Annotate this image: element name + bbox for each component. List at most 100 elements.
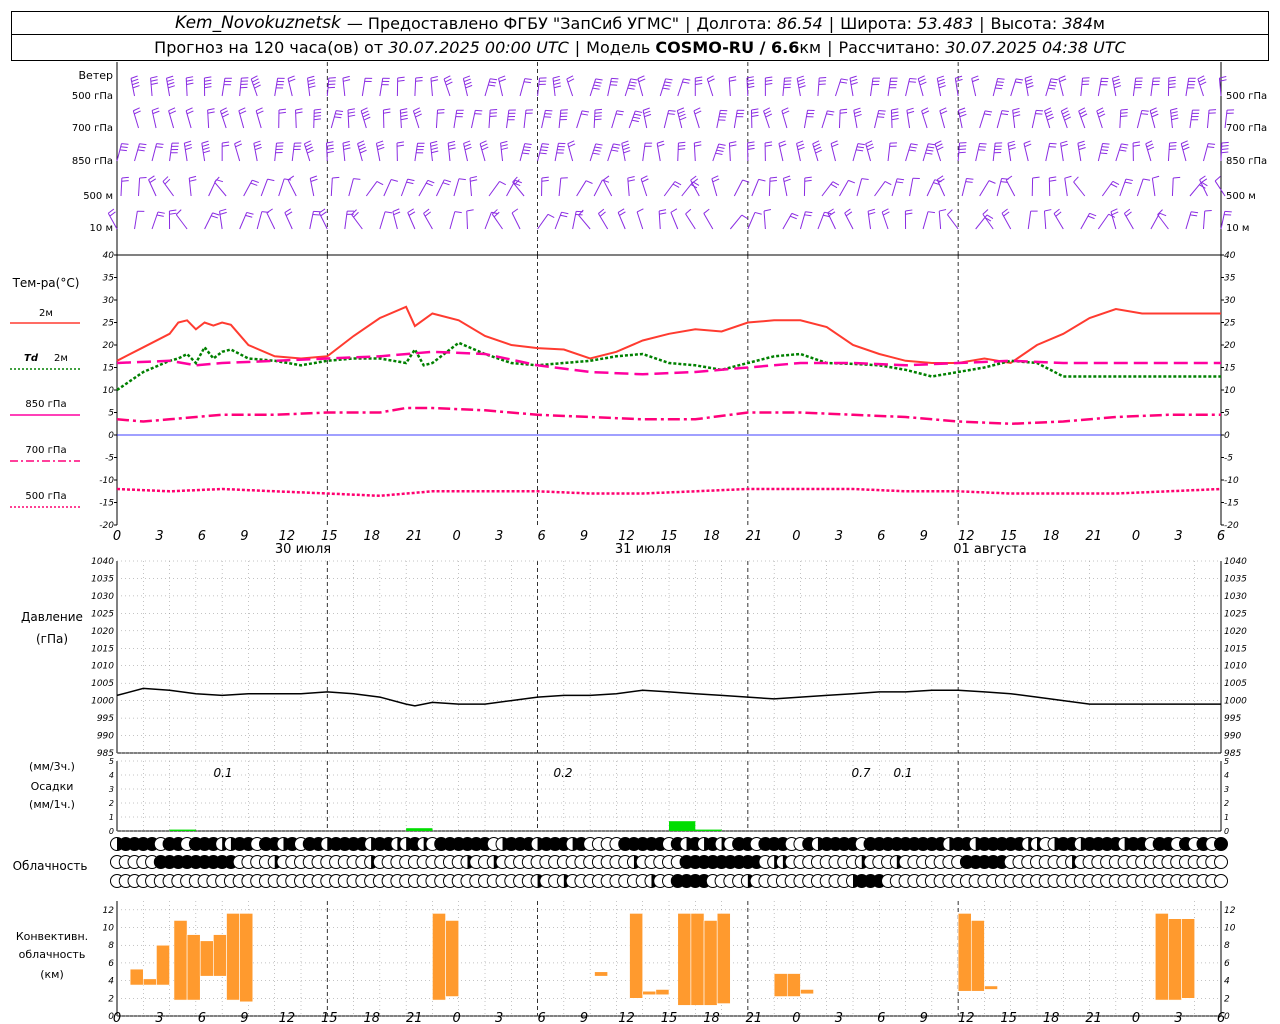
barb-flag [804,176,812,179]
barb-shaft [852,143,859,162]
barb-shaft [466,210,468,230]
wind-barb [597,208,609,230]
barb-flag [663,84,671,87]
barb-flag [594,108,603,111]
barb-flag [1132,141,1141,144]
barb-flag [1078,143,1086,147]
barb-flag [319,208,326,214]
temp-tick-left: 30 [103,296,115,306]
convective-bar [142,978,157,986]
cloud-symbol [1214,874,1228,888]
wind-barb [706,75,715,97]
barb-flag [592,87,600,90]
wind-barb [313,108,322,129]
barb-flag [314,111,322,114]
barb-flag [430,76,438,79]
conv-tick-left: 6 [108,959,114,969]
barb-flag [201,140,209,144]
convective-bar [690,913,705,1006]
barb-flag [362,113,370,118]
barb-shaft [1097,143,1104,162]
barb-flag [1013,114,1021,118]
barb-flag [561,211,569,215]
barb-flag [253,140,261,144]
barb-flag [979,142,987,145]
wind-level-10m-right: 10 м [1226,223,1249,234]
barb-shaft [821,181,834,197]
barb-shaft [243,179,253,197]
barb-flag [152,110,160,115]
barb-flag [826,113,834,116]
barb-flag [313,115,322,117]
barb-flag [966,178,974,180]
barb-flag [376,143,384,147]
barb-shaft [484,212,492,230]
wind-barb [466,209,474,230]
barb-shaft [747,212,756,230]
pressure-tick-right: 1030 [1224,592,1247,602]
barb-flag [430,147,439,151]
temp-title: Тем-ра(°C) [12,276,80,290]
barb-flag [488,84,496,87]
hour-label: 21 [406,529,423,544]
barb-flag [884,180,892,186]
barb-shaft [488,181,500,197]
barb-flag [430,140,438,144]
barb-flag [254,143,262,147]
wind-barb [954,75,963,97]
wind-barb [572,210,584,230]
barb-flag [541,146,549,148]
wind-barb [1189,109,1200,129]
barb-flag [765,141,773,144]
conv-tick-right: 6 [1224,959,1230,969]
barb-flag [287,175,295,181]
barb-flag [630,78,638,81]
convective-bar [703,920,718,1006]
temp-tick-right: 5 [1224,409,1230,419]
pressure-tick-left: 1000 [91,697,114,707]
wind-barb [379,77,390,97]
convective-bar [445,920,460,997]
barb-flag [1119,149,1127,152]
barb-flag [783,178,791,182]
wind-barb [1214,175,1226,197]
barb-flag [489,81,497,84]
wind-barb [453,178,466,197]
barb-flag [679,116,687,121]
barb-flag [616,110,624,113]
barb-flag [222,144,230,147]
wind-barb [1132,77,1143,97]
barb-flag [376,181,384,186]
barb-flag [400,108,408,111]
barb-flag [1111,211,1119,216]
convective-bar [213,934,227,977]
barb-flag [522,149,531,152]
hour-label: 3 [155,529,163,544]
barb-flag [908,149,916,152]
barb-flag [928,143,936,146]
pressure-tick-right: 1020 [1224,627,1247,637]
barb-flag [408,211,416,216]
barb-flag [984,110,993,113]
wind-barb [435,179,452,197]
barb-flag [489,115,497,118]
barb-flag [1112,75,1120,79]
barb-flag [383,111,391,114]
hour-label: 6 [198,529,206,544]
barb-flag [540,149,548,152]
barb-flag [1008,143,1016,147]
wind-barb [589,143,603,162]
barb-flag [359,149,367,154]
wind-barb [839,179,856,197]
wind-barb [519,143,532,162]
wind-barb [239,211,254,230]
barb-shaft [239,78,242,97]
barb-flag [212,212,220,216]
wind-barb [309,175,318,197]
wind-barb [881,208,890,230]
barb-flag [1046,113,1053,118]
barb-flag [1170,107,1178,111]
barb-flag [342,140,350,144]
wind-barb [690,175,700,197]
wind-barb [330,110,344,129]
